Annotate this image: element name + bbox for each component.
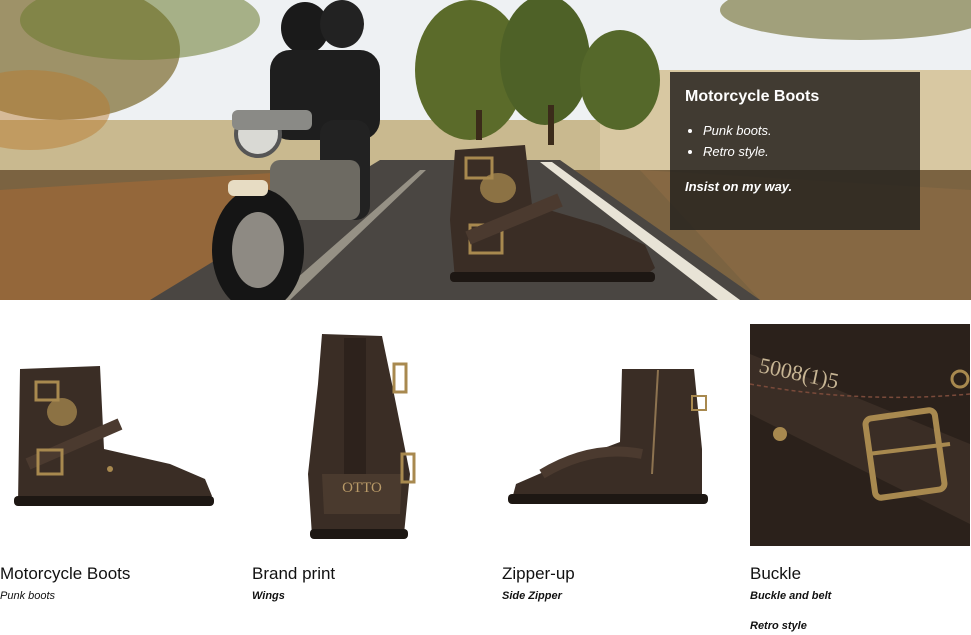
boot-side-image <box>14 366 214 506</box>
product-card-motorcycle-boots[interactable]: Motorcycle Boots Punk boots <box>0 324 220 602</box>
product-image[interactable] <box>502 324 722 546</box>
boot-zipper-image <box>508 369 708 504</box>
product-image[interactable] <box>0 324 220 546</box>
product-title[interactable]: Motorcycle Boots <box>0 564 130 584</box>
boot-back-image: OTTO <box>308 334 416 539</box>
feature-item: Punk boots. <box>703 120 905 141</box>
feature-panel: Motorcycle Boots Punk boots. Retro style… <box>670 72 920 230</box>
product-image[interactable]: 5008(1)5 <box>750 324 970 546</box>
product-card-buckle[interactable]: 5008(1)5 Buckle Buckle and belt Retro st… <box>750 324 970 632</box>
feature-list: Punk boots. Retro style. <box>685 120 905 162</box>
feature-panel-title: Motorcycle Boots <box>685 88 820 105</box>
product-subtitle: Buckle and belt <box>750 590 832 602</box>
otto-emblem: OTTO <box>342 480 382 496</box>
product-title[interactable]: Brand print <box>252 564 335 584</box>
product-card-brand-print[interactable]: OTTO Brand print Wings <box>252 324 472 602</box>
product-subtitle: Punk boots <box>0 590 56 602</box>
product-subtitle-extra: Retro style <box>750 620 807 632</box>
feature-item: Retro style. <box>703 141 905 162</box>
hero-banner: Motorcycle Boots Punk boots. Retro style… <box>0 0 971 300</box>
product-title[interactable]: Buckle <box>750 564 801 584</box>
product-title[interactable]: Zipper-up <box>502 564 575 584</box>
buckle-closeup-image: 5008(1)5 <box>750 324 970 546</box>
product-card-zipper-up[interactable]: Zipper-up Side Zipper <box>502 324 722 602</box>
feature-tagline: Insist on my way. <box>685 179 793 194</box>
product-subtitle: Side Zipper <box>502 590 562 602</box>
product-image[interactable]: OTTO <box>252 324 472 546</box>
product-subtitle: Wings <box>252 590 285 602</box>
